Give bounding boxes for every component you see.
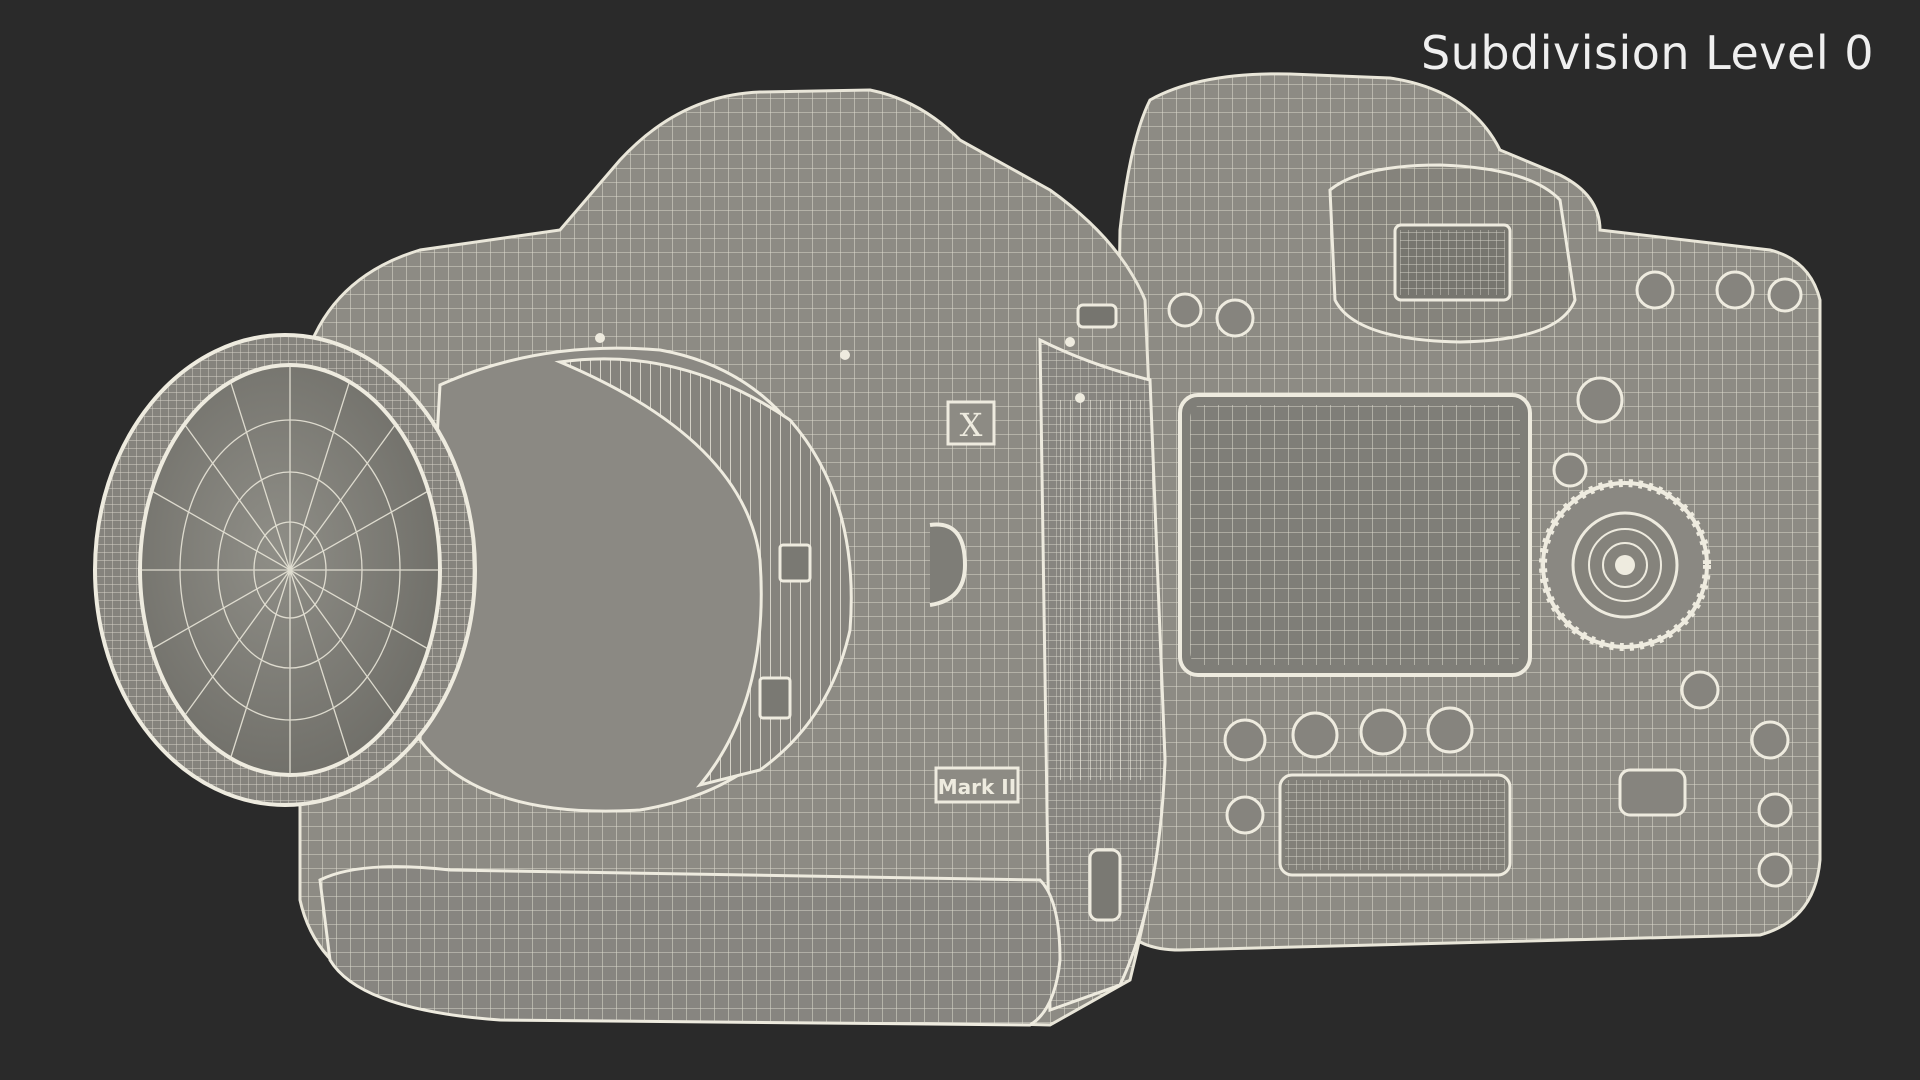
camera-back-body — [1108, 72, 1822, 952]
model-badge: X — [946, 400, 996, 446]
rear-control-dial — [1539, 479, 1711, 651]
camera-wireframe-render: X Mark II — [93, 72, 1822, 1027]
edition-badge-text: Mark II — [938, 775, 1016, 799]
edition-badge: Mark II — [934, 766, 1020, 804]
model-badge-text: X — [960, 406, 983, 444]
viewfinder-eyecup — [1328, 163, 1577, 344]
camera-lens — [93, 333, 853, 813]
render-viewport: X Mark II Subdivision Level 0 — [0, 0, 1920, 1080]
subdivision-level-label: Subdivision Level 0 — [1420, 26, 1874, 80]
